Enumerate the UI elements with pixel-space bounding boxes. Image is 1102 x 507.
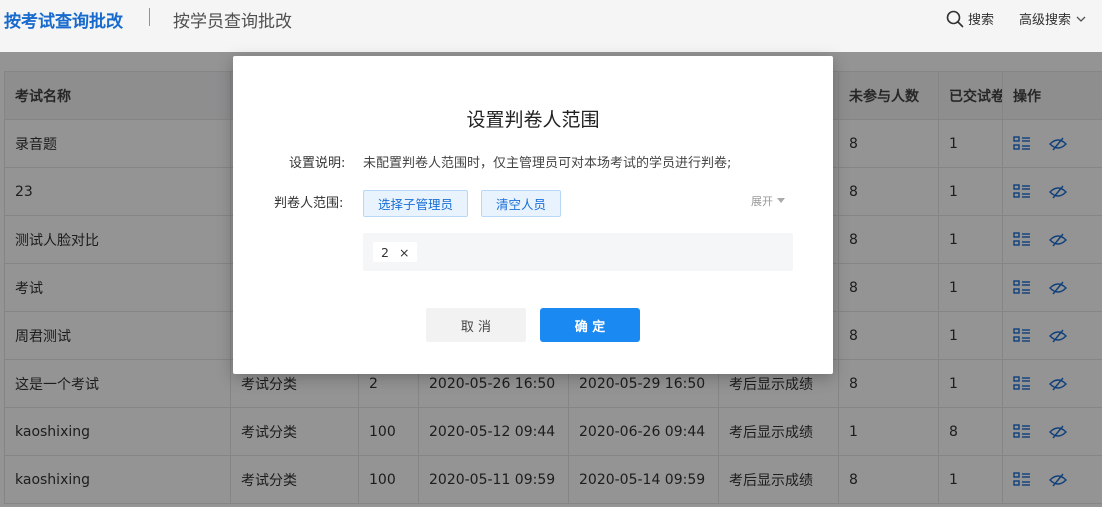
cancel-button[interactable]: 取 消 (426, 308, 526, 342)
clear-people-button[interactable]: 清空人员 (481, 190, 562, 217)
expand-toggle[interactable]: 展开 (751, 193, 785, 209)
caret-down-icon (777, 198, 785, 203)
grader-scope-dialog: 设置判卷人范围 设置说明: 未配置判卷人范围时，仅主管理员可对本场考试的学员进行… (233, 56, 833, 374)
desc-label: 设置说明: (289, 156, 346, 171)
close-icon[interactable]: × (399, 245, 409, 260)
header-dim (0, 0, 1102, 52)
selected-graders-area: 2 × (363, 233, 793, 271)
desc-text: 未配置判卷人范围时，仅主管理员可对本场考试的学员进行判卷; (363, 156, 732, 171)
grader-tag-label: 2 (381, 244, 389, 260)
scope-label: 判卷人范围: (274, 196, 344, 211)
page-header: 按考试查询批改 按学员查询批改 搜索 高级搜索 (0, 0, 1102, 52)
confirm-button[interactable]: 确 定 (540, 308, 640, 342)
grader-tag: 2 × (373, 242, 418, 262)
dialog-title: 设置判卷人范围 (466, 109, 600, 131)
select-sub-admin-button[interactable]: 选择子管理员 (363, 190, 469, 217)
expand-label: 展开 (751, 195, 773, 208)
